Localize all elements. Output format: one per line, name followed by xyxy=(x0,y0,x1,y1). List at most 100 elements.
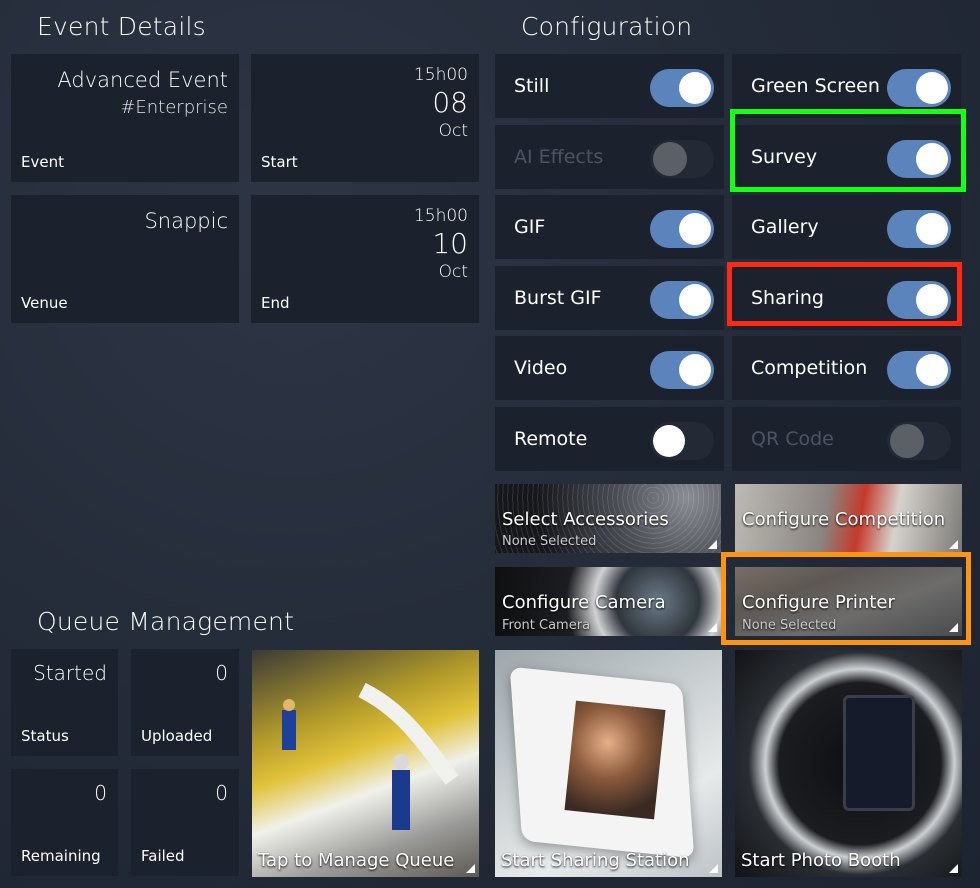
end-tile[interactable]: 15h00 10 Oct End xyxy=(251,195,479,323)
toggle-label-qr-code: QR Code xyxy=(751,428,834,450)
select-accessories-subtitle: None Selected xyxy=(502,534,597,549)
toggle-label-sharing: Sharing xyxy=(751,287,824,309)
queue-management-title: Queue Management xyxy=(37,607,295,636)
uploaded-tile: 0 Uploaded xyxy=(131,649,239,756)
toggle-row-gallery: Gallery xyxy=(732,195,961,259)
toggle-knob xyxy=(679,354,711,386)
remaining-label: Remaining xyxy=(21,847,101,865)
toggle-row-ai-effects: AI Effects xyxy=(495,125,724,189)
booth-ipad xyxy=(843,695,915,811)
gallery-toggle[interactable] xyxy=(887,210,951,248)
figure-head-left xyxy=(283,699,295,711)
toggle-row-gif: GIF xyxy=(495,195,724,259)
corner-arrow-icon xyxy=(466,864,475,873)
corner-arrow-icon xyxy=(708,540,717,549)
gif-toggle[interactable] xyxy=(650,210,714,248)
toggle-label-survey: Survey xyxy=(751,146,818,168)
configure-camera-tile[interactable]: Configure Camera Front Camera xyxy=(495,567,721,636)
toggle-row-burst-gif: Burst GIF xyxy=(495,266,724,330)
event-details-title: Event Details xyxy=(37,12,206,41)
manage-queue-tile[interactable]: Tap to Manage Queue xyxy=(252,650,479,877)
toggle-knob xyxy=(679,72,711,104)
toggle-knob xyxy=(916,284,948,316)
toggle-label-green-screen: Green Screen xyxy=(751,75,880,97)
survey-toggle[interactable] xyxy=(887,140,951,178)
sharing-toggle[interactable] xyxy=(887,281,951,319)
toggle-knob xyxy=(916,213,948,245)
start-label: Start xyxy=(261,153,298,171)
toggle-row-qr-code: QR Code xyxy=(732,407,961,471)
end-month: Oct xyxy=(438,262,468,282)
sharing-station-tile[interactable]: Start Sharing Station xyxy=(495,650,722,877)
toggle-label-ai-effects: AI Effects xyxy=(514,146,604,168)
start-month: Oct xyxy=(438,121,468,141)
toggle-knob xyxy=(916,72,948,104)
still-toggle[interactable] xyxy=(650,69,714,107)
photo-booth-tile[interactable]: Start Photo Booth xyxy=(735,650,962,877)
burst-gif-toggle[interactable] xyxy=(650,281,714,319)
toggle-knob xyxy=(679,284,711,316)
configuration-title: Configuration xyxy=(521,12,693,41)
toggle-knob xyxy=(890,424,924,458)
configure-camera-subtitle: Front Camera xyxy=(502,618,591,633)
toggle-label-still: Still xyxy=(514,75,550,97)
toggle-label-burst-gif: Burst GIF xyxy=(514,287,602,309)
event-name: Advanced Event xyxy=(57,68,228,92)
event-value: Advanced Event #Enterprise xyxy=(57,66,228,122)
remote-toggle[interactable] xyxy=(650,422,714,460)
green-screen-toggle[interactable] xyxy=(887,69,951,107)
toggle-row-sharing: Sharing xyxy=(732,266,961,330)
manage-queue-title: Tap to Manage Queue xyxy=(258,850,455,871)
toggle-row-video: Video xyxy=(495,336,724,400)
venue-label: Venue xyxy=(21,294,68,312)
corner-arrow-icon xyxy=(949,864,958,873)
event-label: Event xyxy=(21,153,64,171)
toggle-knob xyxy=(653,425,685,457)
configure-printer-subtitle: None Selected xyxy=(742,618,837,633)
select-accessories-tile[interactable]: Select Accessories None Selected xyxy=(495,484,721,553)
toggle-row-remote: Remote xyxy=(495,407,724,471)
end-day: 10 xyxy=(432,227,468,260)
failed-label: Failed xyxy=(141,847,185,865)
remaining-tile: 0 Remaining xyxy=(11,769,118,876)
queue-photo-figures xyxy=(282,682,459,830)
toggle-knob xyxy=(653,142,687,176)
end-date: 15h00 10 Oct xyxy=(414,204,468,284)
video-toggle[interactable] xyxy=(650,351,714,389)
toggle-knob xyxy=(916,143,948,175)
configure-camera-title: Configure Camera xyxy=(502,592,666,613)
corner-arrow-icon xyxy=(709,864,718,873)
venue-tile[interactable]: Snappic Venue xyxy=(11,195,239,323)
failed-tile: 0 Failed xyxy=(131,769,239,876)
toggle-knob xyxy=(916,354,948,386)
start-time: 15h00 xyxy=(413,65,468,85)
figure-head-right xyxy=(393,754,409,770)
figure-worker-right xyxy=(392,770,410,830)
toggle-knob xyxy=(679,213,711,245)
toggle-label-remote: Remote xyxy=(514,428,588,450)
select-accessories-title: Select Accessories xyxy=(502,509,669,530)
toggle-row-survey: Survey xyxy=(732,125,961,189)
competition-toggle[interactable] xyxy=(887,351,951,389)
toggle-label-video: Video xyxy=(514,357,568,379)
configure-printer-tile[interactable]: Configure Printer None Selected xyxy=(735,567,962,636)
remaining-value: 0 xyxy=(94,781,107,805)
corner-arrow-icon xyxy=(949,623,958,632)
toggle-row-green-screen: Green Screen xyxy=(732,54,961,118)
event-tile[interactable]: Advanced Event #Enterprise Event xyxy=(11,54,239,182)
ai-effects-toggle[interactable] xyxy=(650,140,714,178)
toggle-label-gif: GIF xyxy=(514,216,546,238)
sharing-station-title: Start Sharing Station xyxy=(501,850,690,871)
toggle-label-gallery: Gallery xyxy=(751,216,819,238)
start-day: 08 xyxy=(432,86,468,119)
start-tile[interactable]: 15h00 08 Oct Start xyxy=(251,54,479,182)
status-tile: Started Status xyxy=(11,649,118,756)
photo-booth-title: Start Photo Booth xyxy=(741,850,901,871)
toggle-label-competition: Competition xyxy=(751,357,868,379)
end-time: 15h00 xyxy=(413,206,468,226)
uploaded-value: 0 xyxy=(215,661,228,685)
qr-code-toggle[interactable] xyxy=(887,422,951,460)
toggle-row-competition: Competition xyxy=(732,336,961,400)
venue-name: Snappic xyxy=(144,209,228,233)
configure-competition-tile[interactable]: Configure Competition xyxy=(735,484,962,553)
